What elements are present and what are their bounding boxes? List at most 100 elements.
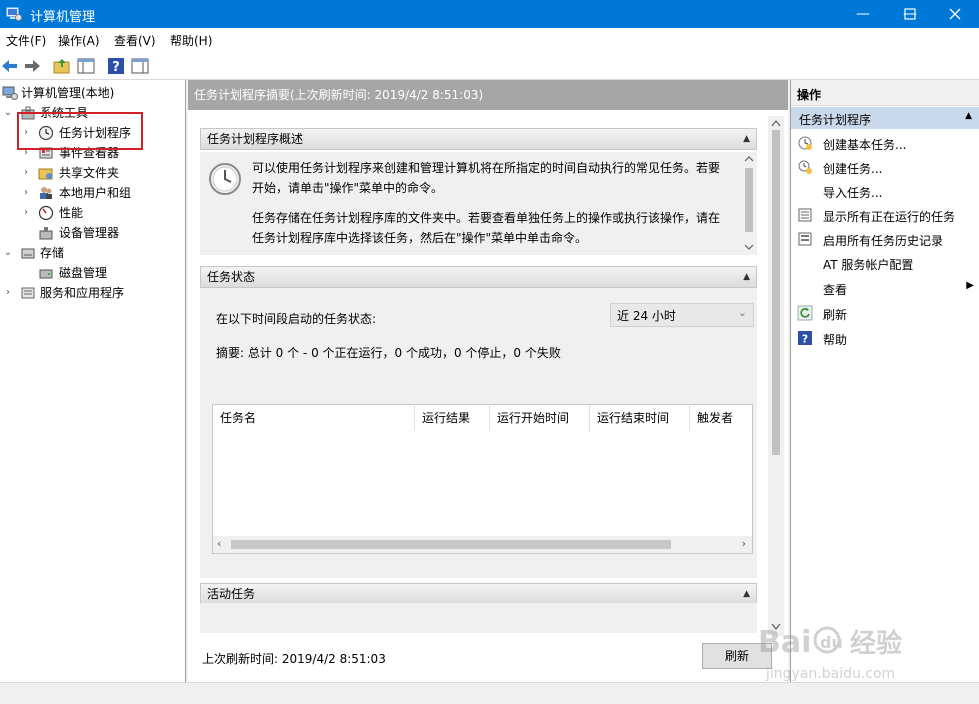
back-icon[interactable] bbox=[0, 56, 20, 76]
period-dropdown-value: 近 24 小时 bbox=[617, 309, 676, 323]
column-header-run-result[interactable]: 运行结果 bbox=[415, 405, 490, 431]
scrollbar-thumb[interactable] bbox=[231, 540, 671, 549]
action-create-basic-task[interactable]: 创建基本任务... bbox=[791, 132, 979, 154]
tree-item-label: 磁盘管理 bbox=[59, 266, 108, 280]
status-section-body: 在以下时间段启动的任务状态: 近 24 小时 ⌄ 摘要: 总计 0 个 - 0 … bbox=[200, 288, 757, 578]
action-create-task[interactable]: 创建任务... bbox=[791, 156, 979, 178]
forward-icon[interactable] bbox=[22, 56, 42, 76]
menu-help[interactable]: 帮助(H) bbox=[170, 32, 212, 49]
column-header-run-end[interactable]: 运行结束时间 bbox=[590, 405, 690, 431]
collapse-icon[interactable]: ▲ bbox=[743, 129, 750, 149]
action-at-service-account[interactable]: AT 服务帐户配置 bbox=[791, 252, 979, 274]
svg-text:du: du bbox=[820, 633, 843, 652]
status-section-header[interactable]: 任务状态 ▲ bbox=[200, 266, 757, 288]
tree-item-label: 服务和应用程序 bbox=[40, 286, 125, 300]
tree-item-label: 共享文件夹 bbox=[59, 166, 120, 180]
computer-management-icon bbox=[2, 86, 18, 100]
action-label: 查看 bbox=[823, 283, 848, 297]
menu-action[interactable]: 操作(A) bbox=[58, 32, 100, 49]
tree-item-performance[interactable]: › 性能 bbox=[0, 203, 186, 223]
tree-item-disk-management[interactable]: 磁盘管理 bbox=[0, 263, 186, 283]
collapse-icon[interactable]: ▲ bbox=[743, 267, 750, 287]
tree-item-label: 设备管理器 bbox=[59, 226, 120, 240]
disk-icon bbox=[39, 269, 53, 279]
collapse-icon[interactable]: ▲ bbox=[743, 584, 750, 604]
navigation-tree: 计算机管理(本地) ⌄ 系统工具 › 任务计划程序 › 事件查看器 › 共享文件… bbox=[0, 80, 186, 682]
action-show-running-tasks[interactable]: 显示所有正在运行的任务 bbox=[791, 204, 979, 226]
actions-pane: 操作 任务计划程序 ▲ 创建基本任务... 创建任务... 导入任务... 显示… bbox=[790, 80, 979, 682]
baidu-jingyan-watermark: Bai du 经验 jingyan.baidu.com bbox=[758, 625, 902, 682]
computer-management-window: 计算机管理 — — 文件(F) 操作(A) 查看(V) 帮助(H) ? 计算机管… bbox=[0, 0, 979, 704]
chevron-down-icon: ⌄ bbox=[737, 306, 747, 319]
action-label: 帮助 bbox=[823, 333, 848, 347]
window-title: 计算机管理 bbox=[30, 10, 96, 25]
action-refresh[interactable]: 刷新 bbox=[791, 302, 979, 324]
collapse-icon[interactable]: ▲ bbox=[965, 111, 972, 121]
shared-folder-icon bbox=[38, 168, 53, 180]
actions-group-header[interactable]: 任务计划程序 ▲ bbox=[791, 107, 979, 129]
active-tasks-section-body bbox=[200, 603, 757, 633]
collapsed-chevron-icon[interactable]: › bbox=[21, 203, 31, 223]
minimize-icon[interactable]: — bbox=[840, 0, 886, 28]
tree-item-label: 本地用户和组 bbox=[59, 186, 132, 200]
menu-file[interactable]: 文件(F) bbox=[6, 32, 46, 49]
task-status-table[interactable]: 任务名 运行结果 运行开始时间 运行结束时间 触发者 ‹ › bbox=[212, 404, 753, 554]
history-icon bbox=[798, 232, 812, 246]
storage-icon bbox=[21, 248, 35, 259]
column-header-run-start[interactable]: 运行开始时间 bbox=[490, 405, 590, 431]
folder-up-icon[interactable] bbox=[52, 56, 72, 76]
overview-paragraph-2: 任务存储在任务计划程序库的文件夹中。若要查看单独任务上的操作或执行该操作，请在 … bbox=[252, 208, 730, 248]
horizontal-scrollbar[interactable]: ‹ › bbox=[213, 536, 752, 553]
action-import-task[interactable]: 导入任务... bbox=[791, 180, 979, 202]
action-label: 创建任务... bbox=[823, 162, 883, 176]
summary-panel: 任务计划程序摘要(上次刷新时间: 2019/4/2 8:51:03) 任务计划程… bbox=[188, 80, 788, 682]
column-header-task-name[interactable]: 任务名 bbox=[213, 405, 415, 431]
overview-line: 任务存储在任务计划程序库的文件夹中。若要查看单独任务上的操作或执行该操作，请在 bbox=[252, 211, 721, 225]
tree-item-storage[interactable]: ⌄ 存储 bbox=[0, 243, 186, 263]
maximize-icon[interactable] bbox=[904, 8, 916, 20]
submenu-arrow-icon: ▶ bbox=[966, 280, 974, 291]
collapsed-chevron-icon[interactable]: › bbox=[3, 283, 13, 303]
scroll-left-icon[interactable]: ‹ bbox=[217, 537, 221, 550]
show-hide-tree-icon[interactable] bbox=[76, 56, 96, 76]
active-tasks-section-header[interactable]: 活动任务 ▲ bbox=[200, 583, 757, 605]
action-label: 导入任务... bbox=[823, 186, 883, 200]
collapsed-chevron-icon[interactable]: › bbox=[21, 163, 31, 183]
svg-text:?: ? bbox=[112, 60, 120, 75]
tree-item-local-users[interactable]: › 本地用户和组 bbox=[0, 183, 186, 203]
scroll-right-icon[interactable]: › bbox=[742, 537, 746, 550]
svg-text:Bai: Bai bbox=[758, 625, 811, 660]
help-icon[interactable]: ? bbox=[106, 56, 126, 76]
svg-text:经验: 经验 bbox=[850, 628, 902, 659]
collapsed-chevron-icon[interactable]: › bbox=[21, 183, 31, 203]
expanded-chevron-icon[interactable]: ⌄ bbox=[3, 103, 13, 123]
actions-pane-title: 操作 bbox=[791, 80, 979, 106]
tree-item-computer-management[interactable]: 计算机管理(本地) bbox=[0, 83, 186, 103]
tree-item-device-manager[interactable]: 设备管理器 bbox=[0, 223, 186, 243]
close-icon[interactable] bbox=[949, 8, 961, 20]
action-view[interactable]: 查看 ▶ bbox=[791, 277, 979, 299]
action-enable-task-history[interactable]: 启用所有任务历史记录 bbox=[791, 228, 979, 250]
tree-item-label: 计算机管理(本地) bbox=[21, 86, 115, 100]
menu-bar: 文件(F) 操作(A) 查看(V) 帮助(H) bbox=[0, 28, 979, 52]
overview-line: 开始，请单击"操作"菜单中的命令。 bbox=[252, 181, 444, 195]
menu-view[interactable]: 查看(V) bbox=[114, 32, 156, 49]
overview-scrollbar[interactable] bbox=[741, 152, 757, 255]
column-header-triggered-by[interactable]: 触发者 bbox=[690, 405, 752, 431]
refresh-icon bbox=[797, 305, 813, 321]
users-icon bbox=[40, 187, 52, 199]
section-title: 活动任务 bbox=[207, 587, 256, 601]
expanded-chevron-icon[interactable]: ⌄ bbox=[3, 243, 13, 263]
period-dropdown[interactable]: 近 24 小时 ⌄ bbox=[610, 303, 754, 327]
action-help[interactable]: ? 帮助 bbox=[791, 327, 979, 349]
device-manager-icon bbox=[39, 227, 53, 240]
tree-item-services-and-applications[interactable]: › 服务和应用程序 bbox=[0, 283, 186, 303]
show-hide-action-pane-icon[interactable] bbox=[130, 56, 150, 76]
clock-icon bbox=[209, 163, 241, 195]
vertical-scrollbar[interactable] bbox=[768, 116, 784, 636]
title-bar[interactable]: 计算机管理 — — bbox=[0, 0, 979, 28]
toolbar: ? bbox=[0, 52, 979, 80]
tree-item-shared-folders[interactable]: › 共享文件夹 bbox=[0, 163, 186, 183]
actions-group-title: 任务计划程序 bbox=[799, 113, 872, 127]
overview-section-header[interactable]: 任务计划程序概述 ▲ bbox=[200, 128, 757, 150]
